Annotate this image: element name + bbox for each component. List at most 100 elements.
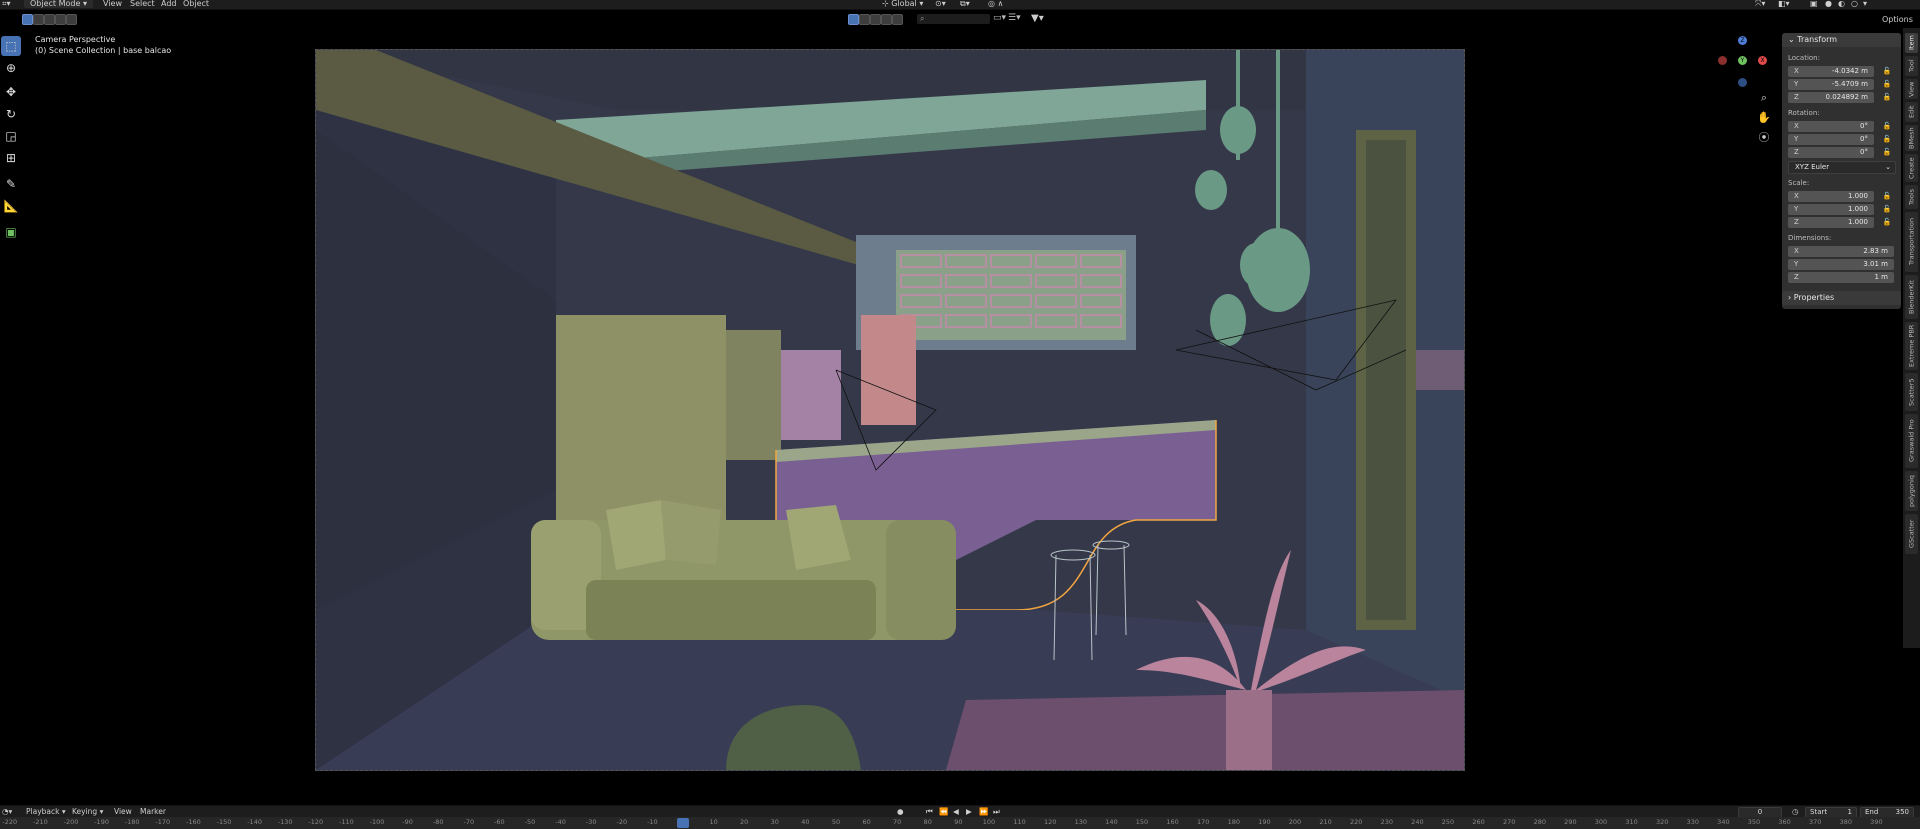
visibility-icon[interactable]: ▭▾	[993, 13, 1006, 23]
record-icon[interactable]: ●	[897, 807, 904, 816]
menu-object[interactable]: Object	[183, 0, 209, 8]
tab-transportation[interactable]: Transportation	[1905, 212, 1918, 272]
select-invert-icon[interactable]	[55, 14, 66, 25]
tab-extreme-pbr[interactable]: Extreme PBR	[1905, 322, 1918, 370]
filter-light-icon[interactable]	[892, 14, 903, 25]
rotation-y-field[interactable]: Y 0°	[1788, 134, 1874, 145]
select-new-icon[interactable]	[22, 14, 33, 25]
play-reverse-icon[interactable]: ◀	[953, 807, 959, 816]
playhead[interactable]	[677, 818, 689, 828]
sort-icon[interactable]: ☰▾	[1008, 13, 1021, 23]
lock-icon[interactable]: 🔓	[1882, 217, 1892, 227]
gizmo-z-axis[interactable]: Z	[1738, 36, 1747, 45]
overlay-toggle-icon[interactable]: ◧▾	[1778, 0, 1790, 8]
scale-z-field[interactable]: Z 1.000	[1788, 217, 1874, 228]
select-intersect-icon[interactable]	[66, 14, 77, 25]
scale-icon[interactable]: ◲	[1, 126, 21, 146]
editor-type-icon[interactable]: ⌗▾	[2, 0, 11, 9]
filter-icon[interactable]: ▼▾	[1031, 13, 1044, 24]
rotate-icon[interactable]: ↻	[1, 104, 21, 124]
search-field[interactable]: ⌕	[917, 14, 990, 24]
prev-keyframe-icon[interactable]: ⏪	[939, 807, 948, 816]
menu-view[interactable]: View	[103, 0, 122, 8]
lock-icon[interactable]: 🔓	[1882, 147, 1892, 157]
lock-icon[interactable]: 🔓	[1882, 204, 1892, 214]
tab-scatter5[interactable]: Scatter5	[1905, 373, 1918, 411]
pivot-icon[interactable]: ⊙▾	[935, 0, 946, 8]
pan-hand-icon[interactable]: ✋	[1757, 111, 1771, 125]
proportional-edit-icon[interactable]: ◎ ∧	[988, 0, 1003, 8]
timeline-ruler[interactable]: -220 -210 -200 -190 -180 -170 -160 -150 -140 -130…	[0, 817, 1920, 829]
camera-frame[interactable]	[315, 49, 1465, 771]
timeline-editor-icon[interactable]: ◔▾	[2, 807, 12, 816]
move-icon[interactable]: ✥	[1, 82, 21, 102]
rotation-mode-dropdown[interactable]: XYZ Euler ⌄	[1788, 161, 1896, 174]
scale-x-field[interactable]: X 1.000	[1788, 191, 1874, 202]
navigation-gizmo[interactable]: Z X Y	[1718, 36, 1768, 92]
filter-camera-icon[interactable]	[881, 14, 892, 25]
jump-start-icon[interactable]: ⏮	[926, 807, 933, 817]
jump-end-icon[interactable]: ⏭	[993, 807, 1000, 817]
camera-view-icon[interactable]: ⦿	[1757, 131, 1771, 145]
shading-solid-icon[interactable]: ●	[1825, 0, 1832, 8]
menu-add[interactable]: Add	[161, 0, 177, 8]
tab-tool[interactable]: Tool	[1905, 56, 1918, 76]
lock-icon[interactable]: 🔓	[1882, 79, 1892, 89]
lock-icon[interactable]: 🔓	[1882, 191, 1892, 201]
mode-selector[interactable]: Object Mode ▾	[24, 0, 93, 8]
location-x-field[interactable]: X -4.0342 m	[1788, 66, 1874, 77]
playback-menu[interactable]: Playback ▾	[26, 807, 66, 816]
filter-mesh-icon[interactable]	[870, 14, 881, 25]
dimensions-y-field[interactable]: Y 3.01 m	[1788, 259, 1894, 270]
xray-icon[interactable]: ▣	[1810, 0, 1818, 8]
filter-mode-icon[interactable]	[848, 14, 859, 25]
select-extend-icon[interactable]	[33, 14, 44, 25]
gizmo-toggle-icon[interactable]: ⤧▾	[1755, 0, 1765, 9]
location-y-field[interactable]: Y -5.4709 m	[1788, 79, 1874, 90]
shading-options-icon[interactable]: ▾	[1863, 0, 1867, 8]
add-cube-icon[interactable]: ▣	[1, 222, 21, 242]
orientation-selector[interactable]: ⊹ Global ▾	[882, 0, 923, 8]
tab-graswald-pro[interactable]: Graswald Pro	[1905, 414, 1918, 468]
tab-blenderkit[interactable]: BlenderKit	[1905, 275, 1918, 319]
shading-rendered-icon[interactable]: ○	[1851, 0, 1858, 8]
marker-menu[interactable]: Marker	[140, 807, 166, 816]
lock-icon[interactable]: 🔓	[1882, 92, 1892, 102]
keying-menu[interactable]: Keying ▾	[72, 807, 103, 816]
options-menu[interactable]: Options	[1882, 15, 1913, 24]
dimensions-x-field[interactable]: X 2.83 m	[1788, 246, 1894, 257]
annotate-icon[interactable]: ✎	[1, 174, 21, 194]
transform-header[interactable]: ⌄ Transform	[1782, 33, 1901, 47]
measure-icon[interactable]: 📐	[1, 196, 21, 216]
gizmo-neg-z-axis[interactable]	[1738, 78, 1747, 87]
timeline-view-menu[interactable]: View	[114, 807, 132, 816]
cursor-icon[interactable]: ⊕	[1, 58, 21, 78]
gizmo-neg-x-axis[interactable]	[1718, 56, 1727, 65]
clock-icon[interactable]: ◷	[1792, 807, 1799, 816]
next-keyframe-icon[interactable]: ⏩	[979, 807, 988, 816]
rotation-z-field[interactable]: Z 0°	[1788, 147, 1874, 158]
gizmo-y-axis[interactable]: Y	[1738, 56, 1747, 65]
scale-y-field[interactable]: Y 1.000	[1788, 204, 1874, 215]
location-z-field[interactable]: Z 0.024892 m	[1788, 92, 1874, 103]
transform-icon[interactable]: ⊞	[1, 148, 21, 168]
tab-gscatter[interactable]: GScatter	[1905, 514, 1918, 554]
dimensions-z-field[interactable]: Z1 m	[1788, 272, 1894, 283]
snap-icon[interactable]: ⧉▾	[960, 0, 970, 9]
tab-view[interactable]: View	[1905, 79, 1918, 99]
tab-bmesh[interactable]: BMesh	[1905, 125, 1918, 151]
properties-subpanel[interactable]: › Properties	[1782, 291, 1901, 305]
select-subtract-icon[interactable]	[44, 14, 55, 25]
tab-item[interactable]: Item	[1905, 33, 1918, 53]
lock-icon[interactable]: 🔓	[1882, 66, 1892, 76]
zoom-icon[interactable]: ⌕	[1757, 91, 1771, 105]
tab-polygoniq[interactable]: polygoniq	[1905, 471, 1918, 511]
tab-tools[interactable]: Tools	[1905, 185, 1918, 209]
shading-material-icon[interactable]: ◐	[1838, 0, 1845, 8]
menu-select[interactable]: Select	[130, 0, 155, 8]
select-box-icon[interactable]: ⬚	[1, 36, 21, 56]
filter-object-icon[interactable]	[859, 14, 870, 25]
lock-icon[interactable]: 🔓	[1882, 121, 1892, 131]
play-icon[interactable]: ▶	[966, 807, 972, 816]
rotation-x-field[interactable]: X 0°	[1788, 121, 1874, 132]
